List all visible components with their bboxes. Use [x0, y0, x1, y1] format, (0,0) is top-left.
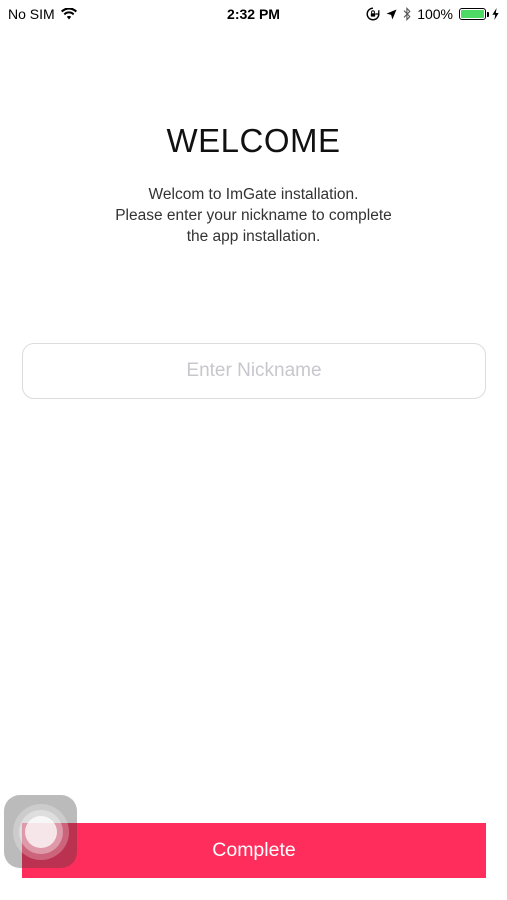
welcome-line-2: Please enter your nickname to complete: [115, 207, 392, 224]
battery-level: [461, 10, 484, 18]
complete-button[interactable]: Complete: [22, 823, 486, 878]
status-bar: No SIM 2:32 PM 100%: [0, 0, 507, 28]
bluetooth-icon: [403, 7, 411, 21]
battery-percent: 100%: [417, 6, 453, 22]
page-title: WELCOME: [166, 122, 341, 159]
assistive-touch-button[interactable]: [4, 795, 77, 868]
status-right: 100%: [366, 6, 499, 22]
welcome-description: Welcom to ImGate installation. Please en…: [40, 184, 467, 247]
status-left: No SIM: [8, 6, 77, 22]
charging-bolt-icon: [492, 8, 499, 20]
assistive-touch-middle-ring: [18, 809, 63, 854]
welcome-screen: No SIM 2:32 PM 100% WELCOME Welcom to Im…: [0, 0, 507, 900]
orientation-lock-icon: [366, 7, 380, 21]
battery-icon: [459, 8, 489, 20]
assistive-touch-outer-ring: [12, 803, 69, 860]
welcome-line-1: Welcom to ImGate installation.: [148, 186, 359, 203]
wifi-icon: [60, 8, 77, 20]
assistive-touch-center: [24, 815, 57, 848]
nickname-input[interactable]: [22, 343, 486, 399]
welcome-line-3: the app installation.: [186, 228, 321, 245]
carrier-label: No SIM: [8, 6, 55, 22]
battery-body: [459, 8, 489, 20]
battery-tip: [487, 12, 489, 17]
location-arrow-icon: [386, 9, 397, 20]
